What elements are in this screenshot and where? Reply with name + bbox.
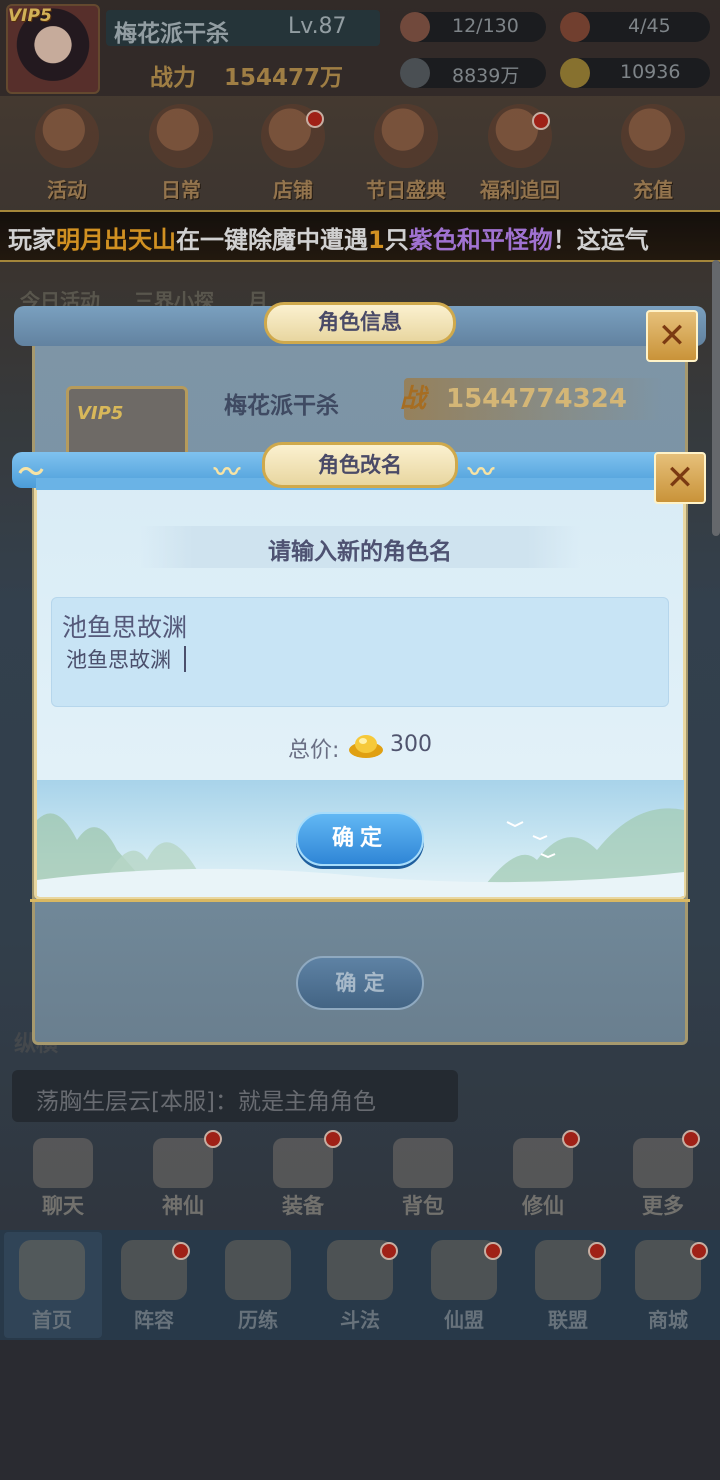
new-name-input[interactable] <box>66 644 366 674</box>
price-label: 总价: <box>288 738 340 763</box>
price-value: 300 <box>390 732 432 757</box>
rename-close-button[interactable]: ✕ <box>654 452 706 504</box>
rename-prompt: 请输入新的角色名 <box>268 539 452 565</box>
role-info-vip: VIP5 <box>77 403 124 424</box>
game-screen: VIP5 梅花派干杀 Lv.87 战力 154477万 12/130 4/45 … <box>0 0 720 1480</box>
role-info-title-plate: 角色信息 <box>264 302 456 344</box>
role-info-confirm-label: 确 定 <box>335 971 385 995</box>
current-name-text: 池鱼思故渊 <box>62 613 188 642</box>
rename-title: 角色改名 <box>318 453 402 477</box>
rename-title-plate: 角色改名 <box>262 442 458 488</box>
battle-icon: 战 <box>400 384 427 414</box>
cloud-swirl-icon: 〰 <box>214 458 241 488</box>
close-icon: ✕ <box>657 316 687 356</box>
role-info-name: 梅花派干杀 <box>224 393 339 419</box>
close-icon: ✕ <box>665 458 695 498</box>
rename-confirm-label: 确定 <box>331 826 388 851</box>
role-info-confirm-button[interactable]: 确 定 <box>296 956 424 1010</box>
gold-ingot-icon <box>349 735 383 758</box>
text-caret <box>184 646 186 672</box>
role-info-close-button[interactable]: ✕ <box>646 310 698 362</box>
cloud-swirl-icon: 〜 <box>18 458 45 488</box>
role-info-title: 角色信息 <box>318 310 402 334</box>
cloud-swirl-icon: 〰 <box>468 458 495 488</box>
dialog-bottom-trim <box>30 884 690 902</box>
blank-area <box>0 1340 720 1480</box>
role-info-power: 1544774324 <box>446 384 627 414</box>
rename-confirm-button[interactable]: 确定 <box>296 812 424 866</box>
